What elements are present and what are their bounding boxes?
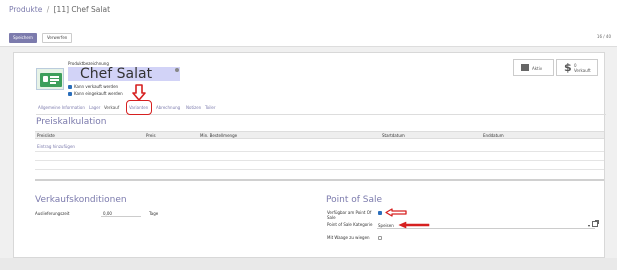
- breadcrumb-current: [11] Chef Salat: [53, 5, 111, 14]
- add-pricelist-line-link[interactable]: Eintrag hinzufügen: [37, 144, 75, 149]
- tab-invoicing[interactable]: Abrechnung: [156, 103, 180, 113]
- tabs-divider: [36, 114, 606, 115]
- tab-toiler[interactable]: Toiler: [205, 103, 216, 113]
- sales-tab-highlight: [126, 100, 152, 115]
- pos-to-weigh-checkbox[interactable]: [378, 236, 382, 240]
- pricing-table-header: Preisliste Preis Min. Bestellmenge Start…: [35, 131, 604, 139]
- left-arrow-annotation-icon: [385, 208, 407, 217]
- sold-stat-button[interactable]: $ 0 Verkauft: [556, 59, 598, 76]
- sold-label: Verkauft: [574, 68, 591, 73]
- table-row: [35, 151, 604, 152]
- footer-strip: [0, 258, 617, 270]
- pos-to-weigh-label: Mit Waage zu wiegen: [327, 235, 370, 240]
- lead-time-input[interactable]: 0,00: [101, 210, 141, 217]
- breadcrumb-products-link[interactable]: Produkte: [9, 5, 42, 14]
- record-pager[interactable]: 16 / 40: [597, 34, 611, 39]
- chevron-down-icon[interactable]: ▾: [588, 223, 590, 228]
- tab-general-information[interactable]: Allgemeine Information: [38, 103, 85, 113]
- column-header-min-quantity[interactable]: Min. Bestellmenge: [200, 133, 237, 138]
- active-toggle-button[interactable]: Aktiv: [513, 59, 554, 76]
- pricing-section-title: Preiskalkulation: [36, 117, 107, 127]
- column-header-price[interactable]: Preis: [146, 133, 156, 138]
- column-header-pricelist[interactable]: Preisliste: [37, 133, 55, 138]
- lead-time-label: Auslieferungszeit: [35, 211, 70, 216]
- product-card-icon: [40, 73, 62, 87]
- save-button[interactable]: Speichern: [9, 33, 37, 43]
- lead-time-unit: Tage: [149, 211, 159, 216]
- tab-sales[interactable]: Verkauf: [104, 103, 119, 113]
- pos-section-title: Point of Sale: [326, 195, 383, 205]
- pos-available-checkbox[interactable]: [378, 211, 382, 215]
- section-divider: [35, 179, 604, 181]
- product-form-page: Produkte / [11] Chef Salat Speichern Ver…: [0, 0, 617, 270]
- can-be-sold-label: Kann verkauft werden: [74, 84, 119, 89]
- breadcrumb-separator: /: [46, 5, 50, 14]
- product-name-field[interactable]: Chef Salat: [68, 66, 180, 82]
- product-name-value: Chef Salat: [80, 66, 153, 82]
- pos-available-label: Verfügbar am Point Of Sale: [327, 210, 372, 220]
- active-label: Aktiv: [532, 66, 543, 71]
- column-header-start-date[interactable]: Startdatum: [382, 133, 405, 138]
- table-row: [35, 169, 604, 170]
- external-link-icon[interactable]: [592, 220, 599, 227]
- sales-conditions-title: Verkaufskonditionen: [35, 195, 127, 205]
- column-header-end-date[interactable]: Enddatum: [483, 133, 504, 138]
- can-be-sold-checkbox[interactable]: [68, 85, 72, 89]
- left-arrow-annotation-icon: [398, 221, 430, 229]
- can-be-purchased-checkbox[interactable]: [68, 92, 72, 96]
- down-arrow-annotation-icon: [132, 84, 146, 101]
- dollar-icon: $: [564, 61, 572, 74]
- can-be-purchased-label: Kann eingekauft werden: [74, 91, 123, 96]
- translate-icon[interactable]: [175, 68, 179, 72]
- product-image[interactable]: [36, 68, 64, 90]
- discard-button[interactable]: Verwerfen: [42, 33, 73, 43]
- pos-category-label: Point of Sale Kategorie: [327, 222, 373, 227]
- tab-notes[interactable]: Notizen: [186, 103, 201, 113]
- table-row: [35, 160, 604, 161]
- archive-icon: [521, 64, 529, 71]
- tab-inventory[interactable]: Lager: [89, 103, 100, 113]
- breadcrumb: Produkte / [11] Chef Salat: [9, 5, 110, 14]
